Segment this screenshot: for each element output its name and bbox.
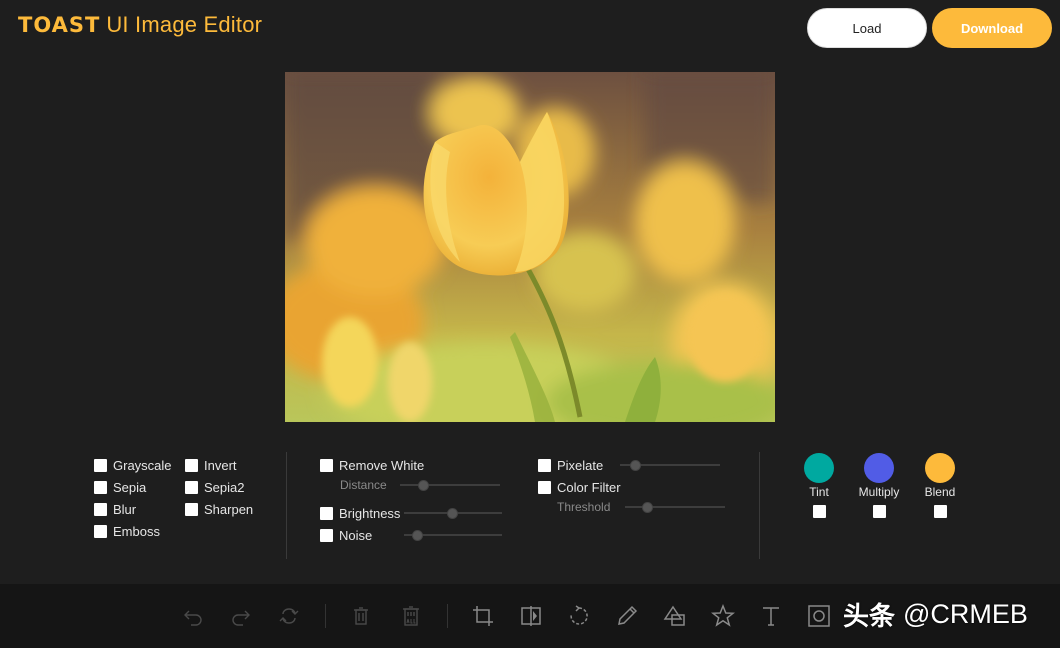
redo-icon[interactable] bbox=[227, 602, 255, 630]
undo-icon[interactable] bbox=[179, 602, 207, 630]
blend-label: Blend bbox=[924, 485, 956, 499]
text-icon[interactable] bbox=[757, 602, 785, 630]
distance-label: Distance bbox=[340, 478, 387, 492]
checkbox-box[interactable] bbox=[185, 502, 198, 516]
slider-knob[interactable] bbox=[642, 502, 653, 513]
checkbox-box[interactable] bbox=[538, 480, 551, 494]
multiply-group: Multiply bbox=[844, 453, 914, 518]
distance-slider[interactable] bbox=[400, 479, 500, 491]
tint-checkbox[interactable] bbox=[812, 505, 826, 518]
checkbox-box[interactable] bbox=[94, 502, 107, 516]
crop-icon[interactable] bbox=[469, 602, 497, 630]
checkbox-box[interactable] bbox=[185, 480, 198, 494]
pixelate-slider[interactable] bbox=[620, 459, 720, 471]
invert-label: Invert bbox=[204, 457, 237, 473]
slider-track bbox=[400, 484, 500, 486]
sepia2-checkbox[interactable]: Sepia2 bbox=[185, 479, 244, 495]
checkbox-box[interactable] bbox=[94, 458, 107, 472]
emboss-checkbox[interactable]: Emboss bbox=[94, 523, 160, 539]
icon-star[interactable] bbox=[709, 602, 737, 630]
app-logo: TOAST UI Image Editor bbox=[18, 12, 262, 38]
reset-icon[interactable] bbox=[275, 602, 303, 630]
threshold-label: Threshold bbox=[557, 500, 611, 514]
panel-divider bbox=[286, 452, 287, 559]
multiply-checkbox[interactable] bbox=[872, 505, 886, 518]
checkbox-box[interactable] bbox=[320, 506, 333, 520]
rotate-icon[interactable] bbox=[565, 602, 593, 630]
blend-group: Blend bbox=[905, 453, 975, 518]
sepia2-label: Sepia2 bbox=[204, 479, 245, 495]
pixelate-label: Pixelate bbox=[557, 457, 604, 473]
sepia-label: Sepia bbox=[113, 479, 147, 495]
slider-knob[interactable] bbox=[418, 480, 429, 491]
invert-checkbox[interactable]: Invert bbox=[185, 457, 237, 473]
multiply-label: Multiply bbox=[858, 485, 900, 499]
image-canvas[interactable] bbox=[285, 72, 775, 422]
checkbox-box[interactable] bbox=[538, 458, 551, 472]
tulip-photo bbox=[285, 72, 775, 422]
panel-divider bbox=[759, 452, 760, 559]
grayscale-label: Grayscale bbox=[113, 457, 172, 473]
brightness-checkbox[interactable]: Brightness bbox=[320, 505, 400, 521]
blend-checkbox[interactable] bbox=[933, 505, 947, 518]
load-button[interactable]: Load bbox=[807, 8, 927, 48]
download-button[interactable]: Download bbox=[932, 8, 1052, 48]
logo-brand: TOAST bbox=[18, 13, 101, 37]
bottom-toolbar: 头条 @CRMEB bbox=[0, 584, 1060, 648]
noise-checkbox[interactable]: Noise bbox=[320, 527, 372, 543]
color-filter-label: Color Filter bbox=[557, 479, 621, 495]
emboss-label: Emboss bbox=[113, 523, 160, 539]
remove-white-label: Remove White bbox=[339, 457, 425, 473]
remove-white-checkbox[interactable]: Remove White bbox=[320, 457, 424, 473]
sepia-checkbox[interactable]: Sepia bbox=[94, 479, 146, 495]
slider-knob[interactable] bbox=[630, 460, 641, 471]
grayscale-checkbox[interactable]: Grayscale bbox=[94, 457, 172, 473]
slider-track bbox=[625, 506, 725, 508]
sharpen-checkbox[interactable]: Sharpen bbox=[185, 501, 253, 517]
pixelate-checkbox[interactable]: Pixelate bbox=[538, 457, 603, 473]
checkbox-box[interactable] bbox=[94, 480, 107, 494]
tint-color-swatch[interactable] bbox=[804, 453, 834, 483]
brightness-label: Brightness bbox=[339, 505, 401, 521]
sharpen-label: Sharpen bbox=[204, 501, 254, 517]
blend-color-swatch[interactable] bbox=[925, 453, 955, 483]
checkbox-box[interactable] bbox=[94, 524, 107, 538]
blur-label: Blur bbox=[113, 501, 137, 517]
watermark-handle: @CRMEB bbox=[903, 598, 1028, 629]
delete-icon[interactable] bbox=[347, 602, 375, 630]
watermark-cn: 头条 bbox=[843, 600, 896, 631]
checkbox-box[interactable] bbox=[320, 528, 333, 542]
delete-all-icon[interactable] bbox=[397, 602, 425, 630]
noise-slider[interactable] bbox=[404, 529, 502, 541]
checkbox-box[interactable] bbox=[185, 458, 198, 472]
checkbox-box[interactable] bbox=[320, 458, 333, 472]
flip-icon[interactable] bbox=[517, 602, 545, 630]
slider-knob[interactable] bbox=[412, 530, 423, 541]
multiply-color-swatch[interactable] bbox=[864, 453, 894, 483]
slider-knob[interactable] bbox=[447, 508, 458, 519]
noise-label: Noise bbox=[339, 527, 373, 543]
blur-checkbox[interactable]: Blur bbox=[94, 501, 136, 517]
draw-icon[interactable] bbox=[613, 602, 641, 630]
shape-icon[interactable] bbox=[661, 602, 689, 630]
threshold-slider[interactable] bbox=[625, 501, 725, 513]
mask-icon[interactable] bbox=[805, 602, 833, 630]
filter-panel: Grayscale Sepia Blur Emboss Invert Sepia… bbox=[0, 440, 1060, 580]
toolbar-divider bbox=[447, 604, 448, 628]
logo-name: UI Image Editor bbox=[106, 12, 263, 37]
color-filter-checkbox[interactable]: Color Filter bbox=[538, 479, 621, 495]
brightness-slider[interactable] bbox=[404, 507, 502, 519]
toolbar-divider bbox=[325, 604, 326, 628]
watermark: 头条 @CRMEB bbox=[843, 594, 1028, 634]
tint-label: Tint bbox=[809, 485, 829, 499]
